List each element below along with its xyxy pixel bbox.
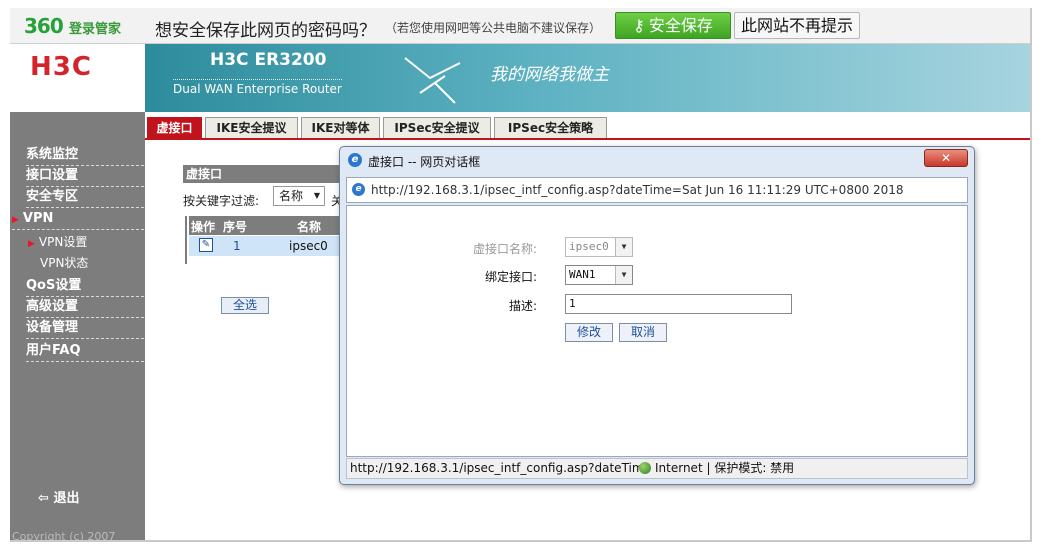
table-row: ✎ 1 ipsec0: [189, 236, 339, 256]
interface-name-select: ipsec0 ▼: [565, 237, 633, 257]
dialog-url: http://192.168.3.1/ipsec_intf_config.asp…: [371, 183, 904, 197]
logo-area: H3C: [10, 44, 145, 112]
sidebar: 系统监控 接口设置 安全专区 ▶ VPN ▶ VPN设置 VPN状态 QoS设置 高…: [10, 112, 145, 540]
column-header-index: 序号: [223, 220, 248, 234]
sidebar-item-qos[interactable]: QoS设置: [26, 276, 144, 297]
tab-ipsec-proposal[interactable]: IPSec安全提议: [383, 117, 491, 138]
chevron-down-icon: ▼: [615, 238, 632, 256]
row-name: ipsec0: [289, 239, 328, 253]
brand-360-number: 360: [24, 14, 64, 38]
brand-360-logo: 360 登录管家: [24, 14, 121, 38]
globe-icon: [639, 462, 651, 474]
secure-save-label: 安全保存: [648, 16, 713, 35]
sidebar-item-security[interactable]: 安全专区: [26, 187, 144, 208]
sidebar-item-system-monitor[interactable]: 系统监控: [26, 145, 144, 166]
tab-ipsec-policy[interactable]: IPSec安全策略: [494, 117, 607, 138]
dialog-body: 虚接口名称: ipsec0 ▼ 绑定接口: WAN1 ▼ 描述: 1 修改 取消: [346, 205, 968, 457]
bind-interface-value: WAN1: [569, 268, 596, 281]
chevron-down-icon: ▼: [313, 191, 320, 200]
status-url: http://192.168.3.1/ipsec_intf_config.asp…: [350, 461, 651, 475]
security-zone: Internet | 保护模式: 禁用: [639, 459, 794, 478]
current-arrow-icon: ▶: [28, 239, 35, 249]
grid-left-border: [185, 216, 187, 264]
sidebar-item-advanced[interactable]: 高级设置: [26, 297, 144, 318]
cancel-button[interactable]: 取消: [619, 323, 667, 342]
product-title: H3C ER3200: [210, 50, 327, 70]
close-button[interactable]: ✕: [924, 149, 968, 167]
ie-icon: e: [348, 153, 362, 167]
h3c-logo: H3C: [30, 52, 92, 82]
interface-name-label: 虚接口名称:: [472, 242, 537, 256]
dialog-title: 虚接口 -- 网页对话框: [368, 155, 481, 169]
sidebar-subitem-vpn-settings[interactable]: ▶ VPN设置: [28, 232, 146, 252]
sidebar-item-vpn-label: VPN: [22, 211, 54, 226]
row-index: 1: [233, 239, 241, 253]
bind-interface-label: 绑定接口:: [484, 270, 537, 284]
tab-ike-peer[interactable]: IKE对等体: [301, 117, 380, 138]
password-save-bar: 360 登录管家 想安全保存此网页的密码吗？ （若您使用网吧等公共电脑不建议保存…: [10, 8, 1030, 44]
sidebar-item-vpn[interactable]: ▶ VPN: [12, 209, 144, 230]
slogan: 我的网络我做主: [490, 65, 609, 85]
web-dialog: e 虚接口 -- 网页对话框 ✕ e http://192.168.3.1/ip…: [339, 146, 975, 485]
password-hint: （若您使用网吧等公共电脑不建议保存）: [385, 21, 602, 35]
sidebar-item-device-management[interactable]: 设备管理: [26, 318, 144, 339]
select-all-button[interactable]: 全选: [221, 297, 269, 314]
no-prompt-button[interactable]: 此网站不再提示: [734, 12, 860, 39]
dialog-address-bar: e http://192.168.3.1/ipsec_intf_config.a…: [346, 177, 968, 203]
interface-name-value: ipsec0: [569, 240, 609, 253]
key-icon: ⚷: [633, 16, 645, 35]
window-border-bottom: [10, 540, 1032, 542]
logout-label: 退出: [53, 491, 80, 506]
security-zone-text: Internet | 保护模式: 禁用: [655, 461, 795, 475]
modify-button[interactable]: 修改: [565, 323, 613, 342]
product-subtitle: Dual WAN Enterprise Router: [173, 79, 342, 96]
sidebar-item-interface-settings[interactable]: 接口设置: [26, 166, 144, 187]
edit-icon[interactable]: ✎: [199, 238, 213, 252]
page-icon: e: [352, 183, 365, 196]
expand-arrow-icon: ▶: [12, 215, 19, 225]
column-header-action: 操作: [191, 220, 216, 234]
logout-icon: ⇦: [38, 491, 49, 506]
sidebar-item-faq[interactable]: 用户FAQ: [26, 341, 144, 362]
header-banner: H3C ER3200 Dual WAN Enterprise Router 我的…: [145, 44, 1030, 112]
password-question: 想安全保存此网页的密码吗？: [155, 21, 376, 41]
chevron-down-icon: ▼: [615, 266, 632, 284]
dialog-status-bar: http://192.168.3.1/ipsec_intf_config.asp…: [346, 458, 968, 479]
filter-label: 按关键字过滤:: [183, 194, 260, 208]
tab-virtual-interface[interactable]: 虚接口: [147, 117, 202, 138]
window-border-right: [1030, 8, 1032, 541]
decorative-sketch-icon: [404, 57, 461, 104]
sidebar-subitem-vpn-status[interactable]: VPN状态: [40, 253, 158, 273]
table-header: 操作 序号 名称: [189, 216, 339, 235]
sidebar-subitem-vpn-settings-label: VPN设置: [38, 235, 88, 249]
close-icon: ✕: [940, 151, 952, 165]
bind-interface-select[interactable]: WAN1 ▼: [565, 265, 633, 285]
logout-link[interactable]: ⇦ 退出: [38, 487, 79, 506]
tab-ike-proposal[interactable]: IKE安全提议: [205, 117, 298, 138]
filter-select[interactable]: 名称 ▼: [273, 186, 325, 206]
filter-select-value: 名称: [279, 189, 304, 203]
secure-save-button[interactable]: ⚷ 安全保存: [615, 12, 731, 39]
column-header-name: 名称: [297, 220, 322, 234]
section-title: 虚接口: [183, 165, 343, 183]
tab-bar: 虚接口 IKE安全提议 IKE对等体 IPSec安全提议 IPSec安全策略: [145, 112, 1030, 140]
description-input[interactable]: 1: [565, 294, 792, 314]
brand-360-text: 登录管家: [69, 22, 122, 37]
description-label: 描述:: [508, 299, 537, 313]
